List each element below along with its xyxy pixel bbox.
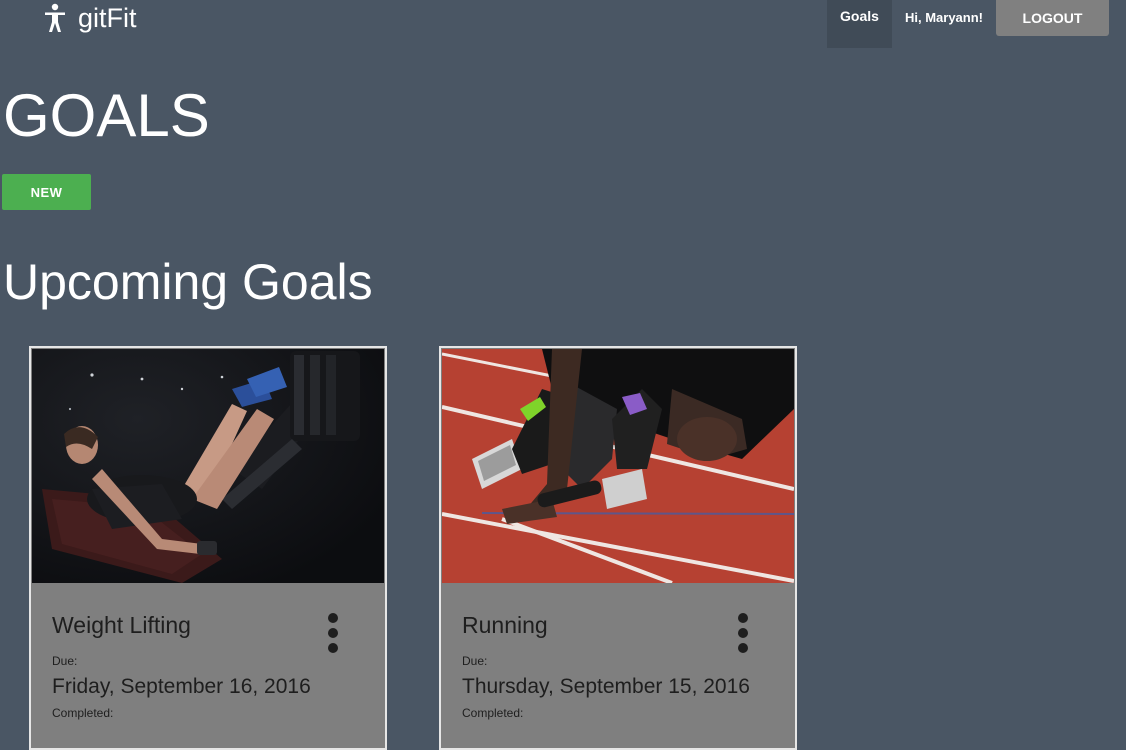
goal-due-date: Friday, September 16, 2016 xyxy=(52,675,311,698)
goal-card-image xyxy=(442,349,794,583)
brand-name: gitFit xyxy=(78,2,137,33)
goal-card-title: Running xyxy=(462,612,548,638)
page-title: GOALS xyxy=(3,82,210,149)
nav-item-goals[interactable]: Goals xyxy=(827,0,892,48)
goal-card-image xyxy=(32,349,384,583)
goal-due-label: Due: xyxy=(52,654,78,668)
user-greeting: Hi, Maryann! xyxy=(904,9,983,25)
goal-due-date: Thursday, September 15, 2016 xyxy=(462,675,750,698)
brand-logo[interactable]: gitFit xyxy=(44,0,137,36)
section-title: Upcoming Goals xyxy=(3,254,373,310)
goal-card[interactable]: Weight Lifting Due: Friday, September 16… xyxy=(29,346,387,750)
goal-completed-label: Completed: xyxy=(52,706,114,720)
more-vertical-icon[interactable] xyxy=(325,612,341,656)
goal-card-title: Weight Lifting xyxy=(52,612,191,638)
goal-card[interactable]: Running Due: Thursday, September 15, 201… xyxy=(439,346,797,750)
navbar: gitFit Goals Hi, Maryann! LOGOUT xyxy=(0,0,1126,48)
goal-completed-label: Completed: xyxy=(462,706,524,720)
more-vertical-icon[interactable] xyxy=(735,612,751,656)
new-goal-button[interactable]: NEW xyxy=(2,174,91,210)
goal-due-label: Due: xyxy=(462,654,488,668)
logout-button[interactable]: LOGOUT xyxy=(996,0,1109,36)
person-accessibility-icon xyxy=(44,3,66,33)
